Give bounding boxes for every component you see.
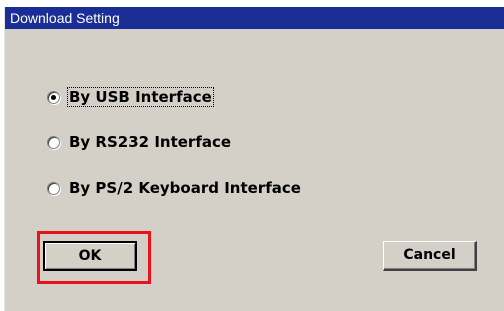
download-setting-dialog: Download Setting By USB Interface By RS2…	[4, 7, 504, 311]
radio-button-rs232[interactable]	[47, 135, 60, 149]
ok-highlight-box	[37, 231, 151, 284]
option-rs232-interface[interactable]: By RS232 Interface	[47, 131, 232, 153]
radio-button-ps2[interactable]	[47, 181, 60, 195]
option-ps2-keyboard-interface[interactable]: By PS/2 Keyboard Interface	[47, 177, 302, 199]
option-label-rs232[interactable]: By RS232 Interface	[68, 133, 232, 151]
cancel-button[interactable]: Cancel	[383, 241, 477, 271]
radio-button-usb[interactable]	[47, 90, 60, 104]
option-label-usb[interactable]: By USB Interface	[67, 87, 214, 107]
option-label-ps2[interactable]: By PS/2 Keyboard Interface	[68, 179, 302, 197]
dialog-title: Download Setting	[5, 7, 504, 29]
option-usb-interface[interactable]: By USB Interface	[47, 86, 214, 108]
